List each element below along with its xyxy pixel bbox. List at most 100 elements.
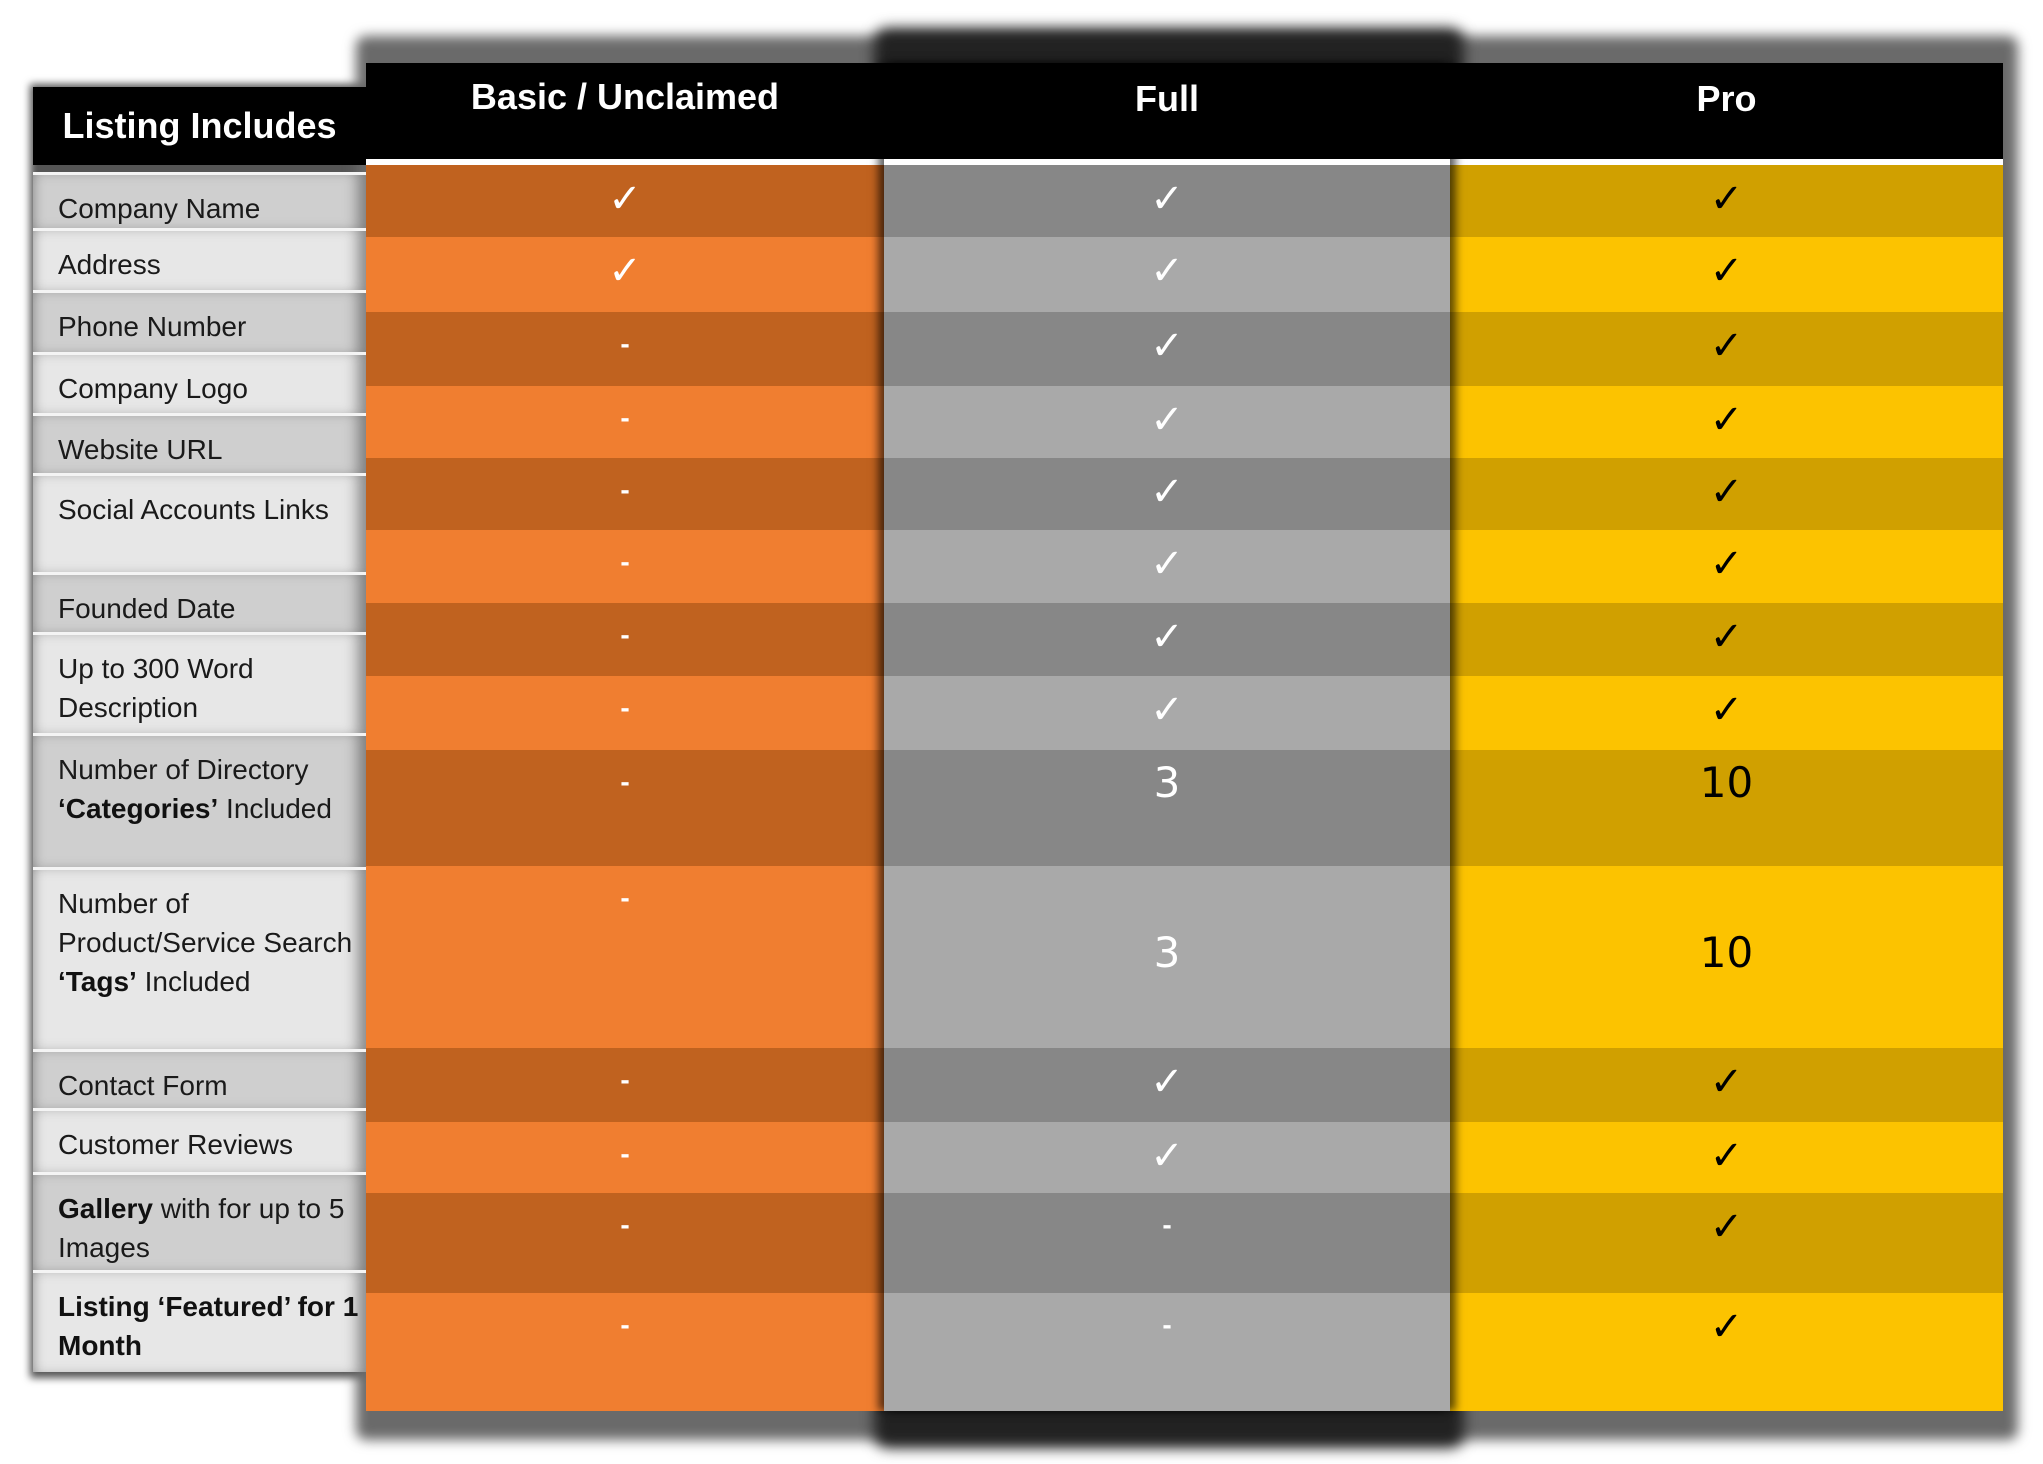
feature-label: Founded Date [33, 572, 366, 632]
feature-label-text: Customer Reviews [58, 1129, 293, 1160]
feature-label: Phone Number [33, 290, 366, 352]
checkmark-icon: ✓ [1150, 469, 1184, 515]
plan-column-full: Full ✓ ✓ ✓ ✓ ✓ ✓ ✓ ✓ 3 3 ✓ ✓ - - [884, 63, 1450, 1411]
feature-label-text: Included [218, 793, 332, 824]
table-cell: - [366, 312, 884, 386]
checkmark-icon: ✓ [1709, 614, 1744, 660]
dash-icon: - [620, 766, 630, 797]
table-cell: - [366, 458, 884, 530]
table-cell: ✓ [1450, 237, 2003, 312]
table-cell: ✓ [1450, 1293, 2003, 1411]
checkmark-icon: ✓ [1709, 1304, 1744, 1350]
checkmark-icon: ✓ [1709, 1133, 1744, 1179]
table-cell: - [366, 530, 884, 603]
checkmark-icon: ✓ [1709, 687, 1744, 733]
dash-icon: - [1162, 1309, 1172, 1340]
dash-icon: - [620, 474, 630, 505]
feature-label: Address [33, 228, 366, 290]
count-value: 10 [1699, 758, 1754, 807]
table-cell: 10 [1450, 866, 2003, 1048]
table-cell: - [366, 1122, 884, 1193]
feature-label-text: ‘Tags’ [58, 966, 137, 997]
checkmark-icon: ✓ [1150, 687, 1184, 733]
feature-label-text: ‘Categories’ [58, 793, 219, 824]
count-value: 10 [1699, 928, 1754, 977]
table-cell: ✓ [1450, 458, 2003, 530]
feature-label: Company Logo [33, 352, 366, 413]
checkmark-icon: ✓ [1709, 176, 1744, 222]
table-cell: - [884, 1193, 1450, 1293]
table-cell: - [366, 386, 884, 458]
table-cell: - [366, 676, 884, 750]
checkmark-icon: ✓ [1150, 1133, 1184, 1179]
feature-label-text: Website URL [58, 434, 223, 465]
label-column-header: Listing Includes [33, 87, 366, 165]
table-cell: ✓ [1450, 603, 2003, 676]
dash-icon: - [620, 1309, 630, 1340]
plan-header-basic: Basic / Unclaimed [366, 63, 884, 159]
pricing-table: Basic / Unclaimed ✓ ✓ - - - - - - - - - - - - Pro ✓ ✓ ✓… [366, 63, 2003, 1411]
table-cell: ✓ [1450, 165, 2003, 237]
checkmark-icon: ✓ [1709, 1204, 1744, 1250]
table-cell: ✓ [884, 458, 1450, 530]
feature-label-text: Company Logo [58, 373, 248, 404]
dash-icon: - [620, 402, 630, 433]
feature-label: Number of Product/Service Search ‘Tags’ … [33, 867, 366, 1049]
table-cell: 3 [884, 750, 1450, 866]
table-cell: ✓ [366, 237, 884, 312]
dash-icon: - [620, 1209, 630, 1240]
table-cell: ✓ [1450, 312, 2003, 386]
table-cell: - [366, 603, 884, 676]
table-cell: ✓ [1450, 1122, 2003, 1193]
feature-label-text: Up to 300 Word Description [58, 653, 254, 723]
checkmark-icon: ✓ [1709, 1059, 1744, 1105]
checkmark-icon: ✓ [1709, 469, 1744, 515]
table-cell: ✓ [884, 676, 1450, 750]
count-value: 3 [1153, 928, 1181, 977]
checkmark-icon: ✓ [1709, 323, 1744, 369]
table-cell: ✓ [1450, 386, 2003, 458]
checkmark-icon: ✓ [1150, 248, 1184, 294]
feature-label: Social Accounts Links [33, 473, 366, 572]
feature-label-text: Address [58, 249, 161, 280]
feature-label-text: Listing ‘Featured’ for 1 Month [58, 1291, 359, 1361]
table-cell: 3 [884, 866, 1450, 1048]
dash-icon: - [620, 1138, 630, 1169]
feature-label-text: Number of Product/Service Search [58, 888, 353, 958]
feature-label-text: Contact Form [58, 1070, 228, 1101]
feature-label: Listing ‘Featured’ for 1 Month [33, 1270, 366, 1372]
count-value: 3 [1153, 758, 1181, 807]
table-cell: - [366, 1193, 884, 1293]
table-cell: - [366, 866, 884, 1048]
plan-header-pro: Pro [1450, 63, 2003, 159]
dash-icon: - [620, 692, 630, 723]
plan-header-full: Full [884, 63, 1450, 159]
table-cell: ✓ [1450, 1048, 2003, 1122]
table-cell: - [884, 1293, 1450, 1411]
feature-label-column: Listing Includes Company Name Address Phon… [33, 87, 366, 1372]
table-cell: ✓ [884, 312, 1450, 386]
dash-icon: - [620, 619, 630, 650]
feature-label: Company Name [33, 172, 366, 228]
table-cell: 10 [1450, 750, 2003, 866]
feature-label-text: Company Name [58, 193, 261, 224]
plan-column-basic: Basic / Unclaimed ✓ ✓ - - - - - - - - - - - - [366, 63, 884, 1411]
table-cell: ✓ [884, 1122, 1450, 1193]
checkmark-icon: ✓ [1150, 1059, 1184, 1105]
table-cell: ✓ [884, 1048, 1450, 1122]
checkmark-icon: ✓ [1709, 397, 1744, 443]
table-cell: ✓ [366, 165, 884, 237]
feature-label-text: Phone Number [58, 311, 247, 342]
dash-icon: - [620, 882, 630, 913]
feature-label: Customer Reviews [33, 1108, 366, 1172]
checkmark-icon: ✓ [608, 248, 642, 294]
plan-column-pro: Pro ✓ ✓ ✓ ✓ ✓ ✓ ✓ ✓ 10 10 ✓ ✓ ✓ ✓ [1450, 63, 2003, 1411]
checkmark-icon: ✓ [1150, 614, 1184, 660]
feature-label-text: Included [136, 966, 251, 997]
feature-label: Gallery with for up to 5 Images [33, 1172, 366, 1270]
feature-label-text: Founded Date [58, 593, 236, 624]
feature-label: Contact Form [33, 1049, 366, 1108]
table-cell: ✓ [1450, 530, 2003, 603]
table-cell: ✓ [884, 603, 1450, 676]
feature-label: Up to 300 Word Description [33, 632, 366, 733]
